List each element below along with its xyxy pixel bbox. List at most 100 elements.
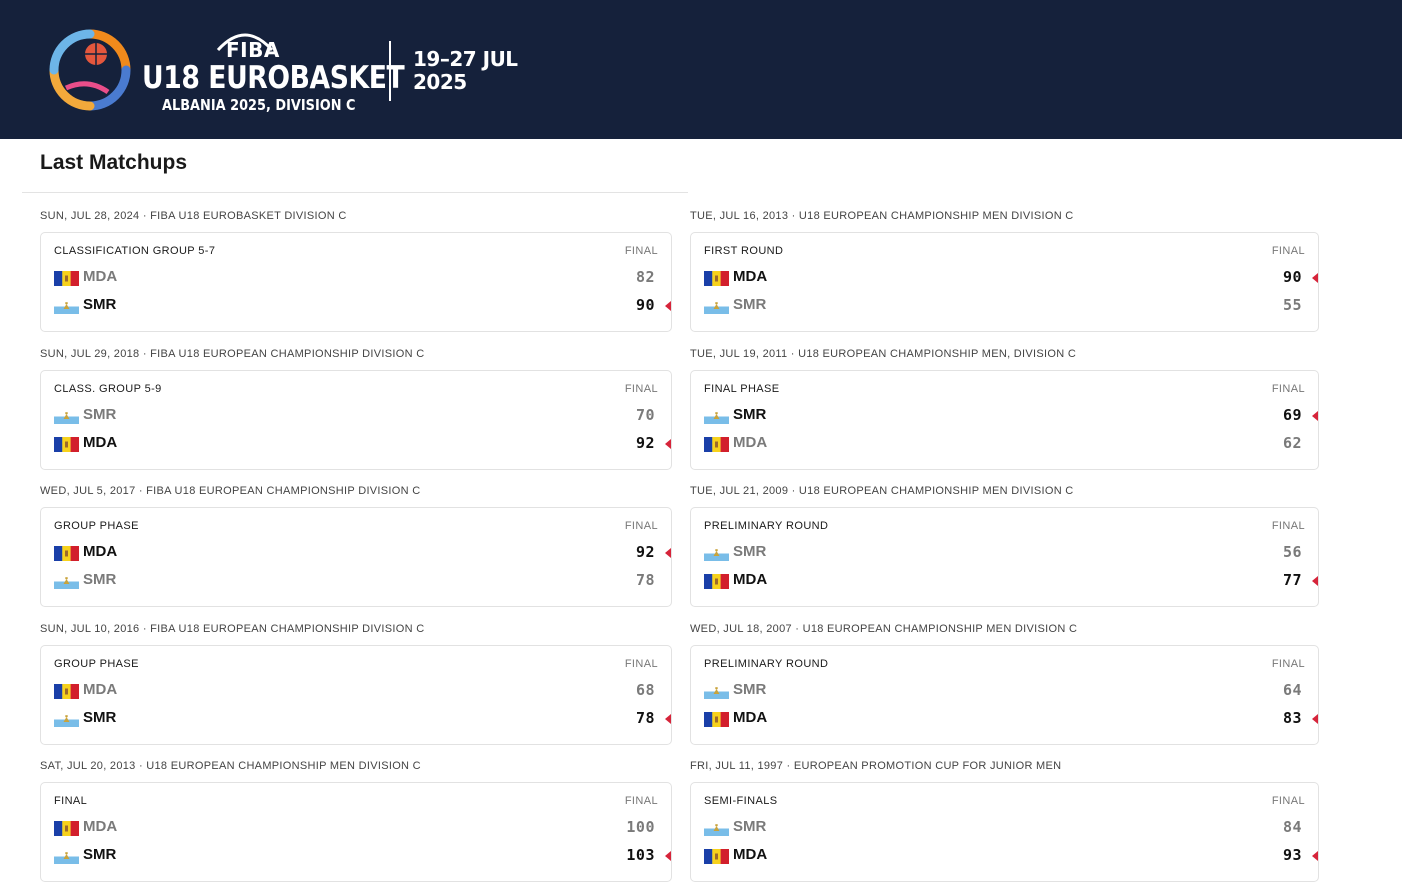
match-status: FINAL (1271, 520, 1305, 532)
san-marino-flag-icon (704, 299, 729, 314)
san-marino-flag-icon (54, 408, 79, 424)
winner-arrow-icon (665, 851, 671, 861)
match-date-competition: TUE, JUL 19, 2011 · U18 EUROPEAN CHAMPIO… (690, 347, 1077, 360)
winner-arrow-icon (665, 438, 671, 449)
team-row[interactable]: SMR 69 (704, 406, 1318, 426)
team-score: 56 (1282, 543, 1302, 561)
team-row[interactable]: SMR 55 (704, 296, 1318, 316)
match-date-competition: SUN, JUL 29, 2018 · FIBA U18 EUROPEAN CH… (40, 347, 425, 360)
match-round: PRELIMINARY ROUND (704, 657, 829, 670)
team-score: 92 (635, 543, 655, 561)
match-status: FINAL (1271, 245, 1305, 257)
team-row[interactable]: SMR 64 (704, 681, 1318, 701)
team-row[interactable]: MDA 62 (704, 434, 1318, 454)
match-card[interactable]: FINAL FINAL MDA 100 SMR 103 (40, 782, 672, 882)
logo-subtitle: ALBANIA 2025, DIVISION C (162, 96, 356, 114)
moldova-flag-icon (54, 436, 79, 452)
match-round: CLASSIFICATION GROUP 5-7 (54, 245, 216, 257)
team-row[interactable]: MDA 77 (704, 571, 1318, 591)
team-name[interactable]: MDA (83, 543, 117, 560)
team-name[interactable]: MDA (733, 434, 767, 451)
team-score: 90 (635, 296, 655, 314)
match-card[interactable]: PRELIMINARY ROUND FINAL SMR 56 MDA 77 (690, 507, 1319, 607)
winner-arrow-icon (1312, 273, 1318, 283)
match-status: FINAL (624, 382, 658, 395)
san-marino-flag-icon (704, 408, 729, 424)
team-row[interactable]: SMR 78 (54, 709, 671, 729)
team-row[interactable]: MDA 68 (54, 681, 671, 701)
match-round: GROUP PHASE (54, 657, 139, 670)
match-card[interactable]: SEMI-FINALS FINAL SMR 84 MDA 93 (690, 782, 1319, 882)
team-row[interactable]: SMR 90 (54, 296, 671, 316)
team-score: 69 (1282, 405, 1302, 424)
team-name[interactable]: MDA (83, 818, 117, 835)
team-score: 103 (626, 846, 655, 864)
team-score: 70 (635, 405, 655, 424)
match-date-competition: WED, JUL 18, 2007 · U18 EUROPEAN CHAMPIO… (690, 622, 1078, 635)
team-row[interactable]: MDA 93 (704, 846, 1318, 866)
team-name[interactable]: MDA (83, 268, 117, 285)
match-date-competition: WED, JUL 5, 2017 · FIBA U18 EUROPEAN CHA… (40, 485, 421, 497)
team-row[interactable]: MDA 92 (54, 543, 671, 563)
team-row[interactable]: MDA 82 (54, 268, 671, 288)
team-name[interactable]: SMR (83, 709, 116, 726)
moldova-flag-icon (704, 711, 729, 727)
team-name[interactable]: SMR (733, 818, 766, 835)
team-name[interactable]: MDA (733, 709, 767, 726)
moldova-flag-icon (54, 683, 79, 699)
team-row[interactable]: MDA 100 (54, 818, 671, 838)
team-row[interactable]: MDA 83 (704, 709, 1318, 729)
winner-arrow-icon (1312, 576, 1318, 586)
match-round: CLASS. GROUP 5-9 (54, 382, 162, 395)
team-row[interactable]: SMR 103 (54, 846, 671, 866)
match-status: FINAL (1271, 382, 1305, 395)
team-name[interactable]: MDA (83, 434, 117, 451)
match-status: FINAL (624, 795, 658, 807)
team-name[interactable]: MDA (733, 268, 767, 285)
match-card[interactable]: CLASS. GROUP 5-9 FINAL SMR 70 MDA 92 (40, 369, 672, 470)
team-row[interactable]: SMR 56 (704, 543, 1318, 563)
match-card[interactable]: FIRST ROUND FINAL MDA 90 SMR 55 (690, 232, 1319, 332)
match-date-competition: TUE, JUL 16, 2013 · U18 EUROPEAN CHAMPIO… (690, 210, 1074, 222)
team-name[interactable]: MDA (733, 571, 767, 588)
match-status: FINAL (624, 245, 658, 257)
team-name[interactable]: MDA (733, 846, 767, 863)
match-date-competition: TUE, JUL 21, 2009 · U18 EUROPEAN CHAMPIO… (690, 485, 1074, 497)
team-row[interactable]: SMR 70 (54, 406, 671, 426)
team-name[interactable]: SMR (733, 406, 766, 423)
team-score: 82 (635, 268, 655, 286)
team-name[interactable]: SMR (83, 571, 116, 588)
team-name[interactable]: SMR (83, 406, 116, 423)
match-round: GROUP PHASE (54, 520, 139, 532)
match-card[interactable]: FINAL PHASE FINAL SMR 69 MDA 62 (690, 369, 1319, 470)
team-score: 77 (1282, 571, 1302, 589)
match-card[interactable]: PRELIMINARY ROUND FINAL SMR 64 MDA 83 (690, 644, 1319, 745)
team-row[interactable]: SMR 84 (704, 818, 1318, 838)
winner-arrow-icon (1312, 851, 1318, 861)
team-row[interactable]: SMR 78 (54, 571, 671, 591)
team-name[interactable]: MDA (83, 681, 117, 698)
team-row[interactable]: MDA 92 (54, 434, 671, 454)
winner-arrow-icon (1312, 410, 1318, 421)
winner-arrow-icon (1312, 713, 1318, 724)
team-name[interactable]: SMR (733, 543, 766, 560)
match-card[interactable]: GROUP PHASE FINAL MDA 68 SMR 78 (40, 644, 672, 745)
match-date-competition: SAT, JUL 20, 2013 · U18 EUROPEAN CHAMPIO… (40, 760, 421, 772)
section-title: Last Matchups (40, 151, 188, 174)
match-card[interactable]: GROUP PHASE FINAL MDA 92 SMR 78 (40, 507, 672, 607)
team-name[interactable]: SMR (733, 296, 766, 313)
match-date-competition: FRI, JUL 11, 1997 · EUROPEAN PROMOTION C… (690, 760, 1062, 772)
team-name[interactable]: SMR (733, 681, 766, 698)
match-card[interactable]: CLASSIFICATION GROUP 5-7 FINAL MDA 82 SMR 90 (40, 232, 672, 332)
team-score: 84 (1282, 818, 1302, 836)
moldova-flag-icon (704, 436, 729, 452)
event-header: FIBA U18 EUROBASKET ALBANIA 2025, DIVISI… (0, 0, 1402, 139)
team-name[interactable]: SMR (83, 296, 116, 313)
match-status: FINAL (624, 520, 658, 532)
team-score: 93 (1282, 846, 1302, 864)
moldova-flag-icon (704, 574, 729, 589)
moldova-flag-icon (54, 821, 79, 836)
team-name[interactable]: SMR (83, 846, 116, 863)
team-row[interactable]: MDA 90 (704, 268, 1318, 288)
moldova-flag-icon (704, 271, 729, 286)
